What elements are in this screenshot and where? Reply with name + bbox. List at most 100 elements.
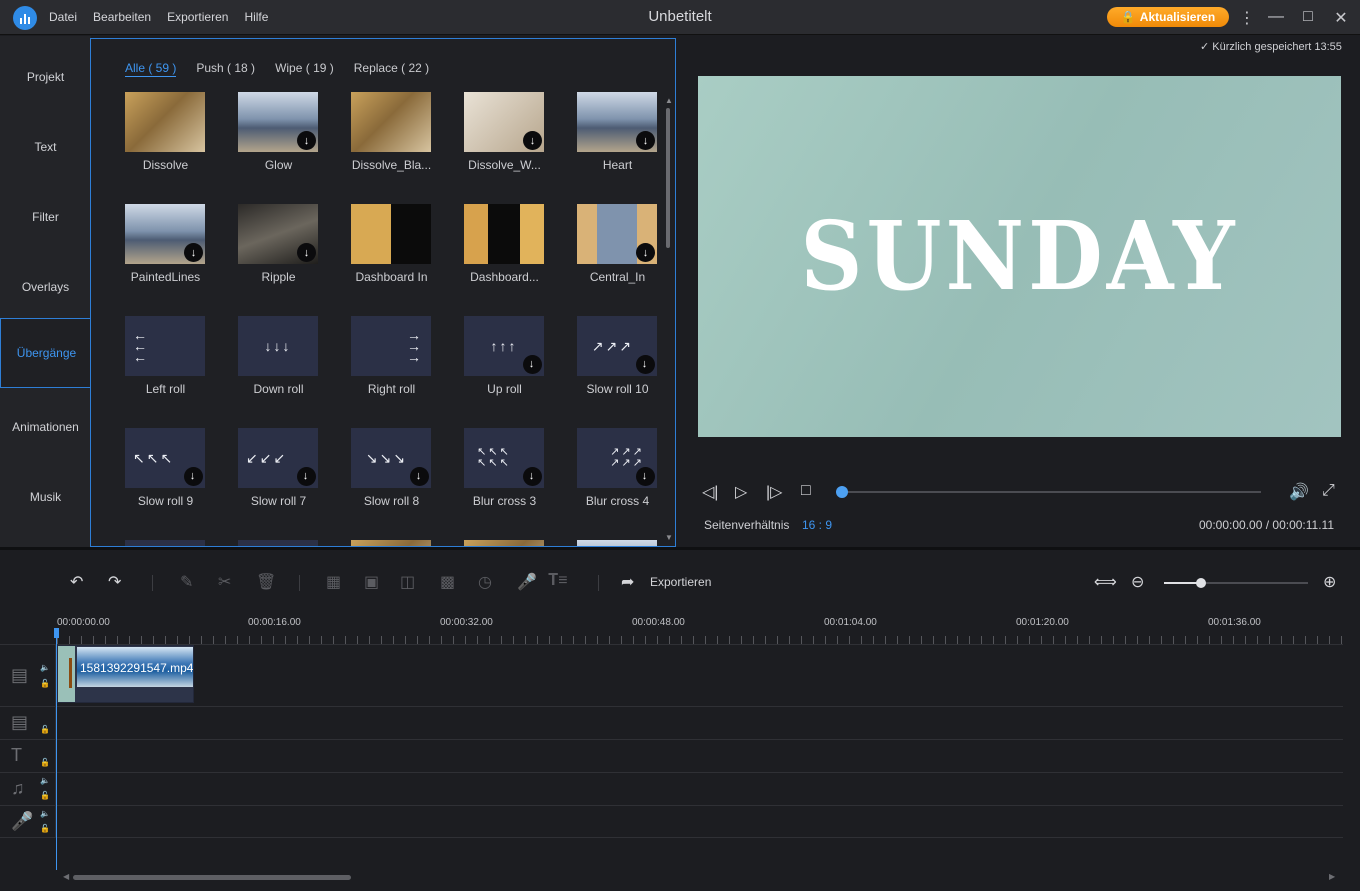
- lock-icon[interactable]: 🔓: [40, 679, 50, 688]
- speed-icon[interactable]: ◷: [478, 572, 492, 592]
- tab-replace[interactable]: Replace ( 22 ): [354, 61, 429, 77]
- scroll-up-icon[interactable]: ▲: [665, 96, 673, 105]
- lock-icon[interactable]: 🔓: [40, 791, 50, 800]
- redo-icon[interactable]: ↷: [108, 572, 121, 592]
- transition-tile[interactable]: [109, 540, 222, 546]
- resize-icon[interactable]: ▣: [364, 572, 379, 592]
- download-icon[interactable]: ↓: [410, 467, 429, 486]
- lock-icon[interactable]: 🔓: [40, 725, 50, 734]
- cut-icon[interactable]: ✂: [218, 572, 231, 592]
- upgrade-button[interactable]: 🔒 Aktualisieren: [1107, 7, 1229, 27]
- text-to-speech-icon[interactable]: 𝐓≡: [548, 572, 568, 590]
- transition-tile[interactable]: → → → Right roll: [335, 316, 448, 428]
- download-icon[interactable]: ↓: [523, 467, 542, 486]
- crop-icon[interactable]: ▦: [326, 572, 341, 592]
- transition-tile[interactable]: [561, 540, 674, 546]
- transition-tile[interactable]: ↗↗↗ ↓ Slow roll 10: [561, 316, 674, 428]
- transition-tile[interactable]: ↓ Glow: [222, 92, 335, 204]
- download-icon[interactable]: ↓: [184, 467, 203, 486]
- aspect-ratio-value[interactable]: 16 : 9: [802, 518, 832, 532]
- transition-tile[interactable]: ↓ Ripple: [222, 204, 335, 316]
- speaker-icon[interactable]: 🔈: [40, 776, 50, 785]
- download-icon[interactable]: ↓: [636, 467, 655, 486]
- download-icon[interactable]: ↓: [184, 243, 203, 262]
- sidebar-item-filter[interactable]: Filter: [0, 182, 91, 252]
- lock-icon[interactable]: 🔓: [40, 758, 50, 767]
- export-button[interactable]: Exportieren: [650, 575, 711, 589]
- sidebar-item-overlays[interactable]: Overlays: [0, 252, 91, 322]
- scroll-left-icon[interactable]: ◀: [63, 872, 69, 881]
- transition-tile[interactable]: ↖↖↖ ↖↖↖ ↓ Blur cross 3: [448, 428, 561, 540]
- timeline-ruler[interactable]: 00:00:00.00 00:00:16.00 00:00:32.00 00:0…: [57, 612, 1343, 644]
- panel-scrollbar[interactable]: [666, 108, 670, 248]
- previous-frame-icon[interactable]: ◁|: [702, 482, 718, 502]
- play-icon[interactable]: ▷: [735, 482, 747, 502]
- split-icon[interactable]: ◫: [400, 572, 415, 592]
- download-icon[interactable]: ↓: [636, 243, 655, 262]
- download-icon[interactable]: ↓: [297, 131, 316, 150]
- speaker-icon[interactable]: 🔈: [40, 809, 50, 818]
- edit-icon[interactable]: ✎: [180, 572, 193, 592]
- tab-push[interactable]: Push ( 18 ): [196, 61, 255, 77]
- stop-icon[interactable]: □: [801, 482, 811, 500]
- lock-icon[interactable]: 🔓: [40, 824, 50, 833]
- next-frame-icon[interactable]: |▷: [766, 482, 782, 502]
- download-icon[interactable]: ↓: [636, 355, 655, 374]
- transition-tile[interactable]: [222, 540, 335, 546]
- transition-tile[interactable]: ↓ Central_In: [561, 204, 674, 316]
- delete-icon[interactable]: 🗑: [256, 572, 276, 592]
- transition-tile[interactable]: [335, 540, 448, 546]
- microphone-icon[interactable]: 🎤: [517, 572, 537, 592]
- export-icon[interactable]: ➦: [621, 572, 634, 592]
- freeze-frame-icon[interactable]: ▩: [440, 572, 455, 592]
- transition-tile[interactable]: Dissolve_Bla...: [335, 92, 448, 204]
- menu-hilfe[interactable]: Hilfe: [244, 10, 268, 24]
- more-options-icon[interactable]: ⋮: [1237, 8, 1257, 28]
- transition-marker[interactable]: [58, 646, 75, 702]
- timeline-scrollbar[interactable]: [73, 875, 351, 880]
- zoom-slider-knob[interactable]: [1196, 578, 1206, 588]
- sidebar-item-uebergaenge[interactable]: Übergänge: [0, 318, 92, 388]
- minimize-icon[interactable]: —: [1266, 8, 1286, 26]
- menu-exportieren[interactable]: Exportieren: [167, 10, 228, 24]
- tab-alle[interactable]: Alle ( 59 ): [125, 61, 177, 77]
- fullscreen-icon[interactable]: ⤢: [1322, 482, 1335, 500]
- playback-progress-track[interactable]: [843, 491, 1261, 493]
- transition-tile[interactable]: [448, 540, 561, 546]
- speaker-icon[interactable]: 🔈: [40, 663, 50, 672]
- maximize-icon[interactable]: □: [1298, 8, 1318, 26]
- sidebar-item-musik[interactable]: Musik: [0, 462, 91, 532]
- video-clip[interactable]: 1581392291547.mp4: [57, 645, 194, 703]
- download-icon[interactable]: ↓: [523, 131, 542, 150]
- transition-tile[interactable]: ← ← ← Left roll: [109, 316, 222, 428]
- download-icon[interactable]: ↓: [523, 355, 542, 374]
- transition-tile[interactable]: ↙↙↙ ↓ Slow roll 7: [222, 428, 335, 540]
- zoom-out-icon[interactable]: ⊖: [1131, 572, 1144, 592]
- close-icon[interactable]: ✕: [1331, 8, 1351, 28]
- transition-tile[interactable]: Dashboard...: [448, 204, 561, 316]
- download-icon[interactable]: ↓: [636, 131, 655, 150]
- menu-datei[interactable]: Datei: [49, 10, 77, 24]
- transition-tile[interactable]: ↓ PaintedLines: [109, 204, 222, 316]
- zoom-in-icon[interactable]: ⊕: [1323, 572, 1336, 592]
- transition-tile[interactable]: ↘↘↘ ↓ Slow roll 8: [335, 428, 448, 540]
- transition-tile[interactable]: ↓ Heart: [561, 92, 674, 204]
- sidebar-item-text[interactable]: Text: [0, 112, 91, 182]
- sidebar-item-projekt[interactable]: Projekt: [0, 42, 91, 112]
- sidebar-item-animationen[interactable]: Animationen: [0, 392, 91, 462]
- transition-tile[interactable]: ↖↖↖ ↓ Slow roll 9: [109, 428, 222, 540]
- transition-tile[interactable]: ↓ Dissolve_W...: [448, 92, 561, 204]
- undo-icon[interactable]: ↶: [70, 572, 83, 592]
- playback-progress-knob[interactable]: [836, 486, 848, 498]
- tab-wipe[interactable]: Wipe ( 19 ): [275, 61, 334, 77]
- download-icon[interactable]: ↓: [297, 467, 316, 486]
- fit-timeline-icon[interactable]: ⟺: [1094, 572, 1117, 592]
- menu-bearbeiten[interactable]: Bearbeiten: [93, 10, 151, 24]
- playhead[interactable]: [56, 630, 57, 870]
- scroll-down-icon[interactable]: ▼: [665, 533, 673, 542]
- transition-tile[interactable]: Dashboard In: [335, 204, 448, 316]
- volume-icon[interactable]: 🔊: [1289, 482, 1309, 502]
- transition-tile[interactable]: ↑↑↑ ↓ Up roll: [448, 316, 561, 428]
- download-icon[interactable]: ↓: [297, 243, 316, 262]
- scroll-right-icon[interactable]: ▶: [1329, 872, 1335, 881]
